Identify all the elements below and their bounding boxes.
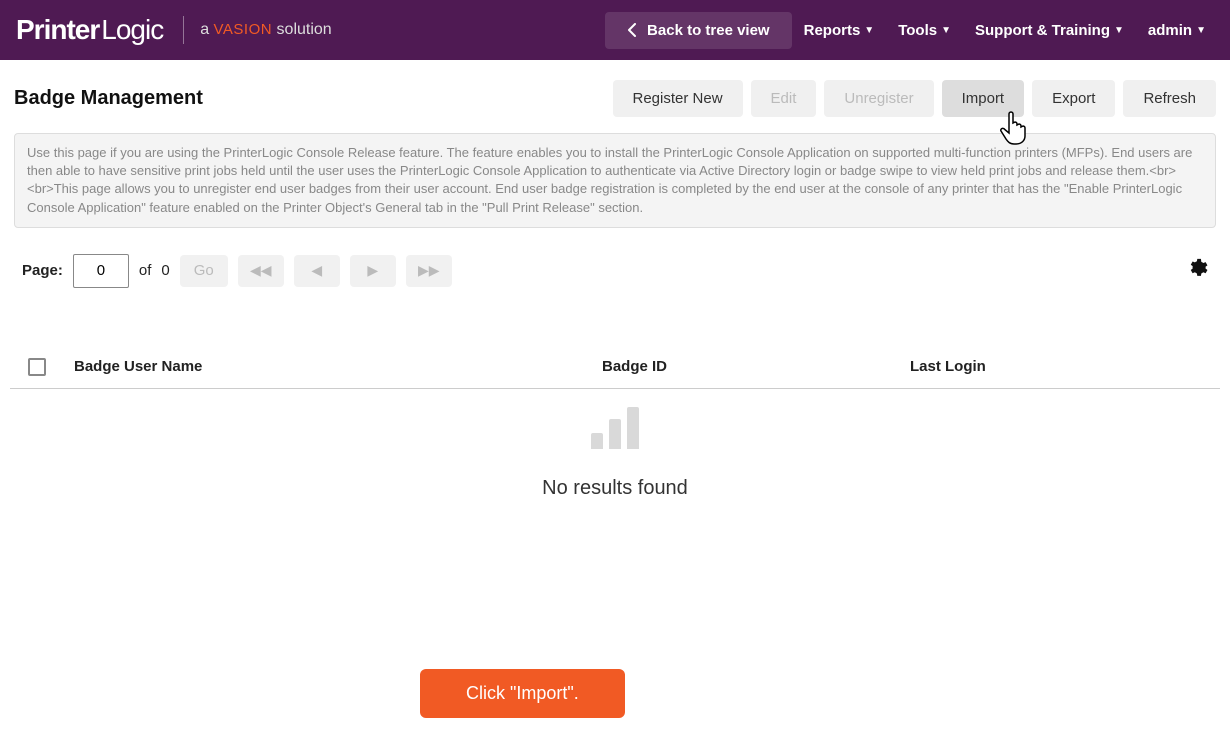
back-to-tree-view-button[interactable]: Back to tree view bbox=[605, 12, 792, 49]
logo-divider bbox=[183, 16, 184, 44]
caret-down-icon: ▼ bbox=[864, 25, 874, 36]
top-bar: Printer Logic a VASION solution Back to … bbox=[0, 0, 1230, 60]
caret-down-icon: ▼ bbox=[1114, 25, 1124, 36]
logo-text-printer: Printer bbox=[16, 14, 99, 46]
import-button[interactable]: Import bbox=[942, 80, 1025, 117]
pager-of: of bbox=[139, 262, 152, 279]
pager-first-button[interactable]: ◀◀ bbox=[238, 255, 284, 287]
info-box: Use this page if you are using the Print… bbox=[14, 133, 1216, 228]
back-label: Back to tree view bbox=[647, 22, 770, 39]
chevron-left-icon bbox=[627, 23, 637, 37]
unregister-button[interactable]: Unregister bbox=[824, 80, 933, 117]
settings-gear-button[interactable] bbox=[1186, 257, 1208, 284]
no-results-text: No results found bbox=[542, 477, 688, 500]
nav-reports[interactable]: Reports▼ bbox=[792, 22, 887, 39]
logo-text-logic: Logic bbox=[101, 14, 163, 46]
select-all-checkbox[interactable] bbox=[28, 358, 46, 376]
bars-icon bbox=[591, 407, 639, 449]
pager-last-button[interactable]: ▶▶ bbox=[406, 255, 452, 287]
nav-tools[interactable]: Tools▼ bbox=[886, 22, 963, 39]
export-button[interactable]: Export bbox=[1032, 80, 1115, 117]
page-input[interactable] bbox=[73, 254, 129, 288]
tagline-prefix: a bbox=[200, 21, 213, 38]
tagline: a VASION solution bbox=[200, 21, 332, 39]
table-header: Badge User Name Badge ID Last Login bbox=[10, 298, 1220, 389]
pager-next-button[interactable]: ▶ bbox=[350, 255, 396, 287]
pager-go-button[interactable]: Go bbox=[180, 255, 228, 287]
column-badge-user-name[interactable]: Badge User Name bbox=[74, 358, 574, 375]
tagline-suffix: solution bbox=[272, 21, 332, 38]
page-title: Badge Management bbox=[14, 87, 203, 110]
nav-support-training[interactable]: Support & Training▼ bbox=[963, 22, 1136, 39]
pager: Page: of 0 Go ◀◀ ◀ ▶ ▶▶ bbox=[0, 234, 1230, 298]
gear-icon bbox=[1186, 257, 1208, 279]
logo[interactable]: Printer Logic bbox=[12, 14, 167, 46]
page-header: Badge Management Register New Edit Unreg… bbox=[0, 60, 1230, 127]
caret-down-icon: ▼ bbox=[941, 25, 951, 36]
empty-state: No results found bbox=[0, 407, 1230, 500]
column-badge-id[interactable]: Badge ID bbox=[602, 358, 882, 375]
tagline-brand: VASION bbox=[214, 21, 273, 38]
refresh-button[interactable]: Refresh bbox=[1123, 80, 1216, 117]
caret-down-icon: ▼ bbox=[1196, 25, 1206, 36]
register-new-button[interactable]: Register New bbox=[613, 80, 743, 117]
pager-total: 0 bbox=[161, 262, 169, 279]
column-last-login[interactable]: Last Login bbox=[910, 358, 986, 375]
nav-admin[interactable]: admin▼ bbox=[1136, 22, 1218, 39]
pager-label: Page: bbox=[22, 262, 63, 279]
edit-button[interactable]: Edit bbox=[751, 80, 817, 117]
instruction-tooltip: Click "Import". bbox=[420, 669, 625, 718]
pager-prev-button[interactable]: ◀ bbox=[294, 255, 340, 287]
